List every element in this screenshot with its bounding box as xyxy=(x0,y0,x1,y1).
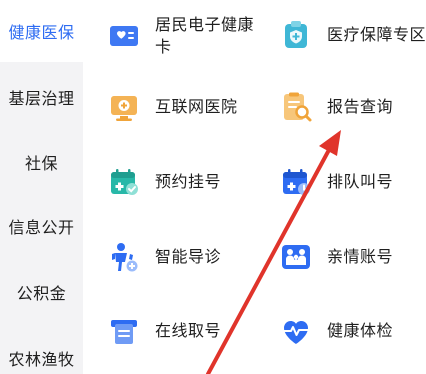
service-online-hospital[interactable]: 互联网医院 xyxy=(107,90,238,124)
health-checkup-icon xyxy=(279,314,313,348)
sidebar-item-label: 信息公开 xyxy=(8,218,75,237)
sidebar-item-grassroots-governance[interactable]: 基层治理 xyxy=(0,66,83,128)
health-card-icon xyxy=(107,19,141,53)
appointment-calendar-icon xyxy=(107,165,141,199)
sidebar-item-label: 健康医保 xyxy=(8,23,75,42)
service-label: 智能导诊 xyxy=(155,247,222,266)
service-report-query[interactable]: 报告查询 xyxy=(279,90,393,124)
service-label: 在线取号 xyxy=(155,321,222,340)
medical-shield-icon xyxy=(279,18,313,52)
service-health-checkup[interactable]: 健康体检 xyxy=(279,314,393,348)
service-queue-call[interactable]: 排队叫号 xyxy=(279,165,393,199)
family-account-icon xyxy=(279,240,313,274)
sidebar-item-public-info[interactable]: 信息公开 xyxy=(0,195,83,257)
service-label: 报告查询 xyxy=(327,97,394,116)
service-label: 互联网医院 xyxy=(155,97,238,116)
service-appointment[interactable]: 预约挂号 xyxy=(107,165,221,199)
sidebar-item-social-security[interactable]: 社保 xyxy=(0,131,83,193)
service-label-line2: 卡 xyxy=(155,37,172,56)
sidebar-item-label: 社保 xyxy=(24,154,58,173)
smart-guide-icon xyxy=(107,240,141,274)
service-label: 健康体检 xyxy=(327,321,394,340)
service-label: 医疗保障专区 xyxy=(327,25,426,44)
sidebar-item-label: 农林渔牧 xyxy=(8,350,75,369)
service-label: 亲情账号 xyxy=(327,247,394,266)
online-ticket-icon xyxy=(107,314,141,348)
service-family-account[interactable]: 亲情账号 xyxy=(279,240,393,274)
service-label: 预约挂号 xyxy=(155,172,222,191)
service-health-card[interactable]: 居民电子健康 卡 xyxy=(107,14,254,58)
service-grid: 居民电子健康 卡 医疗保障专区 互联网医院 报告查询 预约挂号 排队叫号 智能导… xyxy=(83,0,426,374)
service-smart-guide[interactable]: 智能导诊 xyxy=(107,240,221,274)
sidebar-item-label: 公积金 xyxy=(16,284,67,303)
service-online-ticket[interactable]: 在线取号 xyxy=(107,314,221,348)
service-label: 排队叫号 xyxy=(327,172,394,191)
service-medical-insurance-zone[interactable]: 医疗保障专区 xyxy=(279,18,426,52)
queue-calendar-icon xyxy=(279,165,313,199)
category-sidebar: 健康医保 基层治理 社保 信息公开 公积金 农林渔牧 xyxy=(0,0,83,374)
sidebar-item-label: 基层治理 xyxy=(8,89,75,108)
service-label: 居民电子健康 xyxy=(155,15,255,34)
sidebar-item-agriculture[interactable]: 农林渔牧 xyxy=(0,327,83,374)
sidebar-item-health-insurance[interactable]: 健康医保 xyxy=(0,0,83,62)
report-search-icon xyxy=(279,90,313,124)
sidebar-item-housing-fund[interactable]: 公积金 xyxy=(0,261,83,323)
online-hospital-icon xyxy=(107,90,141,124)
